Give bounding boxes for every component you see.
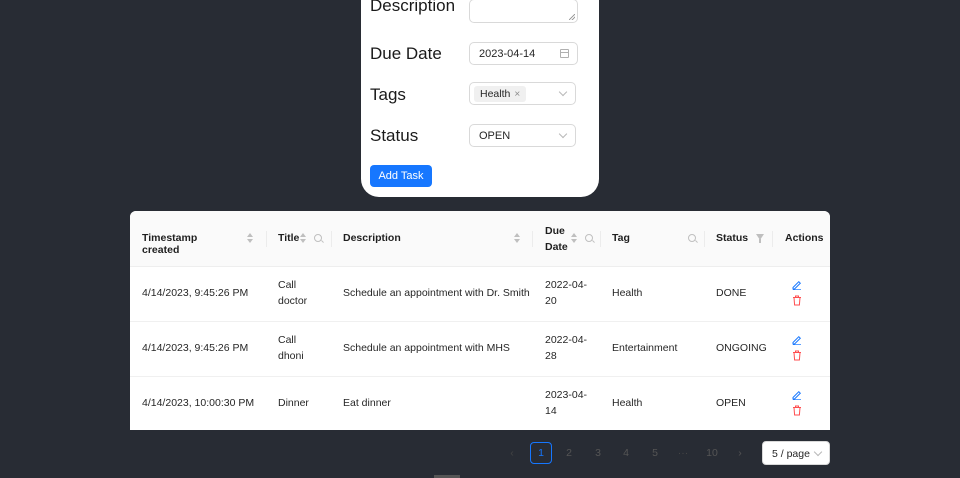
cell-timestamp: 4/14/2023, 10:00:30 PM (142, 397, 255, 409)
column-divider (266, 231, 267, 247)
description-textarea[interactable] (469, 0, 578, 23)
chevron-down-icon (813, 447, 823, 457)
tags-select[interactable]: Health × (469, 82, 576, 105)
cell-due-line: 20 (545, 295, 557, 307)
cell-title-line: dhoni (278, 350, 304, 362)
table-row: 4/14/2023, 9:45:26 PM Call dhoni Schedule… (130, 321, 830, 377)
page-1-button[interactable]: 1 (530, 442, 552, 464)
cell-timestamp: 4/14/2023, 9:45:26 PM (142, 342, 249, 354)
cell-due-line: 2023-04- (545, 389, 588, 401)
description-label: Description (370, 0, 456, 15)
tag-remove-icon[interactable]: × (514, 89, 520, 100)
cell-due-line: 28 (545, 350, 557, 362)
status-label: Status (370, 126, 419, 145)
col-title-label: Title (278, 232, 300, 244)
filter-icon[interactable] (756, 234, 764, 243)
page-10-button[interactable]: 10 (701, 442, 723, 464)
col-status-label: Status (716, 232, 749, 244)
cell-due-date: 2023-04- 14 (545, 387, 587, 419)
column-divider (331, 231, 332, 247)
tasks-table: Timestamp created Title Description Due … (130, 211, 830, 430)
status-value: OPEN (479, 130, 511, 142)
delete-icon[interactable] (792, 295, 802, 306)
search-icon[interactable] (585, 234, 593, 242)
table-header: Timestamp created Title Description Due … (130, 211, 830, 267)
edit-icon[interactable] (792, 280, 802, 290)
col-timestamp-label: Timestamp created (142, 232, 198, 256)
page-2-button[interactable]: 2 (558, 442, 580, 464)
status-select[interactable]: OPEN (469, 124, 576, 147)
cell-due-date: 2022-04- 28 (545, 332, 587, 364)
cell-tag: Health (612, 287, 643, 299)
next-page-button[interactable]: › (729, 442, 751, 464)
calendar-icon (560, 49, 569, 58)
tag-chip-label: Health (480, 88, 511, 100)
cell-tag: Health (612, 397, 643, 409)
page-4-button[interactable]: 4 (615, 442, 637, 464)
chevron-down-icon (558, 87, 568, 97)
edit-icon[interactable] (792, 335, 802, 345)
chevron-down-icon (558, 129, 568, 139)
tag-chip-health: Health × (474, 86, 527, 102)
col-tag-label: Tag (612, 232, 630, 244)
cell-description: Schedule an appointment with MHS (343, 342, 510, 354)
cell-title-line: Call (278, 334, 297, 346)
tags-label: Tags (370, 85, 406, 104)
search-icon[interactable] (314, 234, 322, 242)
column-divider (704, 231, 705, 247)
search-icon[interactable] (688, 234, 696, 242)
cell-due-line: 14 (545, 405, 557, 417)
add-task-button[interactable]: Add Task (370, 165, 432, 187)
resize-grip-icon[interactable] (569, 14, 575, 20)
column-divider (600, 231, 601, 247)
column-divider (772, 231, 773, 247)
page-3-button[interactable]: 3 (587, 442, 609, 464)
task-form: Description Due Date 2023-04-14 Tags Hea… (361, 0, 599, 197)
table-row: 4/14/2023, 10:00:30 PM Dinner Eat dinner… (130, 376, 830, 430)
sort-icon[interactable] (514, 233, 521, 245)
cell-description: Eat dinner (343, 397, 391, 409)
table-row: 4/14/2023, 9:45:26 PM Call doctor Schedul… (130, 266, 830, 322)
cell-status: OPEN (716, 397, 746, 409)
cell-title: Dinner (278, 397, 309, 409)
page-size-select[interactable]: 5 / page (762, 441, 830, 465)
column-divider (532, 231, 533, 247)
cell-title: Call dhoni (278, 332, 304, 364)
delete-icon[interactable] (792, 350, 802, 361)
edit-icon[interactable] (792, 390, 802, 400)
due-date-label: Due Date (370, 44, 442, 63)
page-5-button[interactable]: 5 (644, 442, 666, 464)
cell-description: Schedule an appointment with Dr. Smith (343, 287, 530, 299)
sort-icon[interactable] (300, 233, 307, 245)
jump-next-ellipsis[interactable]: ··· (672, 442, 694, 464)
cell-title-line: doctor (278, 295, 308, 307)
cell-title: Call doctor (278, 277, 307, 309)
prev-page-button[interactable]: ‹ (501, 442, 523, 464)
delete-icon[interactable] (792, 405, 802, 416)
cell-tag: Entertainment (612, 342, 678, 354)
sort-icon[interactable] (571, 233, 578, 245)
cell-status: DONE (716, 287, 747, 299)
cell-due-line: 2022-04- (545, 279, 588, 291)
cell-due-date: 2022-04- 20 (545, 277, 587, 309)
cell-timestamp: 4/14/2023, 9:45:26 PM (142, 287, 249, 299)
due-date-value: 2023-04-14 (479, 48, 536, 60)
col-actions-label: Actions (785, 232, 824, 244)
cell-title-line: Call (278, 279, 297, 291)
page-size-value: 5 / page (772, 448, 810, 460)
col-description-label: Description (343, 232, 401, 244)
sort-icon[interactable] (247, 233, 254, 245)
due-date-picker[interactable]: 2023-04-14 (469, 42, 578, 65)
cell-due-line: 2022-04- (545, 334, 588, 346)
cell-status: ONGOING (716, 342, 767, 354)
